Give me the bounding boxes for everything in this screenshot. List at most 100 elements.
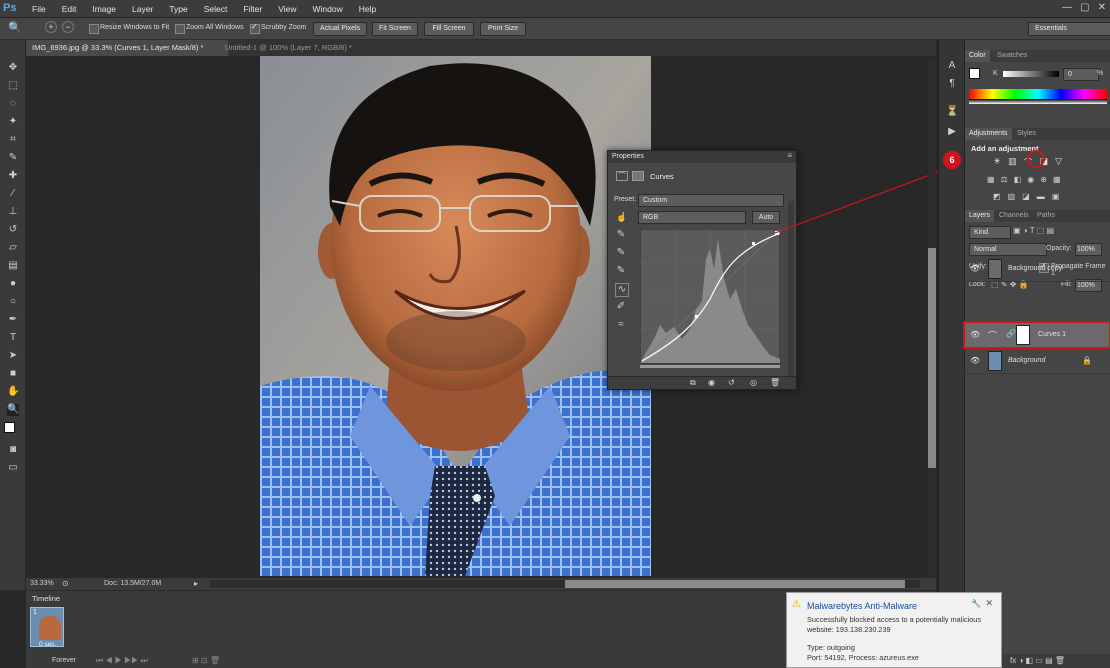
layer-row-background[interactable]: 👁 Background 🔒	[964, 348, 1110, 374]
magic-wand-icon[interactable]: ✦	[7, 116, 19, 128]
actions-panel-icon[interactable]: ▶	[946, 126, 958, 138]
curve-point-tool-icon[interactable]: ∿	[615, 283, 629, 297]
color-lookup-icon[interactable]: ▦	[1053, 175, 1061, 187]
pencil-draw-icon[interactable]: ✐	[615, 301, 627, 313]
tab-styles[interactable]: Styles	[1013, 128, 1040, 140]
vscroll-thumb[interactable]	[928, 248, 936, 468]
tab-adjustments[interactable]: Adjustments	[965, 128, 1012, 140]
shape-tool-icon[interactable]: ■	[7, 368, 19, 380]
menu-edit[interactable]: Edit	[54, 0, 85, 18]
view-previous-icon[interactable]: ◉	[708, 378, 715, 387]
move-tool-icon[interactable]: ✥	[7, 62, 19, 74]
clone-stamp-icon[interactable]: ⊥	[7, 206, 19, 218]
gray-point-eyedropper-icon[interactable]: ✎	[615, 247, 627, 259]
curves-graph[interactable]	[640, 229, 780, 369]
gradient-map-icon[interactable]: ▬	[1037, 192, 1045, 204]
menu-file[interactable]: File	[24, 0, 54, 18]
workspace-select[interactable]: Essentials	[1028, 22, 1110, 36]
posterize-icon[interactable]: ▨	[1008, 192, 1016, 204]
brightness-contrast-icon[interactable]: ☀	[993, 156, 1001, 168]
menu-layer[interactable]: Layer	[124, 0, 161, 18]
menu-view[interactable]: View	[270, 0, 304, 18]
first-frame-icon[interactable]: ⏮ ◀ ▶ ▶▶ ⏭	[96, 656, 148, 666]
pen-tool-icon[interactable]: ✒	[7, 314, 19, 326]
foreground-color-swatch[interactable]	[4, 422, 15, 433]
panel-menu-icon[interactable]: ≡	[787, 151, 792, 160]
character-panel-icon[interactable]: A	[946, 60, 958, 72]
zoom-level[interactable]: 33.33%	[30, 580, 54, 587]
zoom-out-icon[interactable]: −	[62, 21, 74, 33]
maximize-button[interactable]: ▢	[1080, 2, 1089, 13]
horizontal-scrollbar[interactable]	[210, 580, 920, 588]
delete-adjustment-icon[interactable]: 🗑	[770, 378, 780, 387]
blend-mode-select[interactable]: Normal	[969, 243, 1047, 256]
malwarebytes-notification[interactable]: ⚠ Malwarebytes Anti-Malware 🔧 ✕ Successf…	[786, 592, 1002, 668]
color-fg-swatch[interactable]	[969, 68, 980, 79]
curve-endpoint[interactable]	[775, 231, 779, 235]
zoom-tool-icon[interactable]: 🔍	[8, 21, 22, 34]
close-button[interactable]: ✕	[1098, 2, 1106, 13]
eraser-tool-icon[interactable]: ▱	[7, 242, 19, 254]
history-brush-icon[interactable]: ↺	[7, 224, 19, 236]
k-slider[interactable]	[1003, 71, 1059, 77]
menu-select[interactable]: Select	[196, 0, 236, 18]
menu-help[interactable]: Help	[351, 0, 384, 18]
loop-select[interactable]: Forever	[52, 657, 76, 664]
reset-icon[interactable]: ↺	[728, 378, 735, 387]
paragraph-panel-icon[interactable]: ¶	[946, 78, 958, 90]
share-icon[interactable]: ⊙	[62, 579, 69, 588]
fit-screen-button[interactable]: Fit Screen	[372, 22, 418, 36]
visibility-eye-icon[interactable]: 👁	[970, 330, 980, 339]
curve-point-selected[interactable]	[752, 242, 755, 245]
settings-icon[interactable]: 🔧	[971, 599, 981, 608]
menu-filter[interactable]: Filter	[235, 0, 270, 18]
print-size-button[interactable]: Print Size	[480, 22, 526, 36]
brush-tool-icon[interactable]: ∕	[7, 188, 19, 200]
threshold-icon[interactable]: ◪	[1022, 192, 1030, 204]
hand-tool-icon[interactable]: ✋	[7, 386, 19, 398]
tab-layers[interactable]: Layers	[965, 210, 995, 222]
color-balance-icon[interactable]: ⚖	[1001, 175, 1008, 187]
black-white-icon[interactable]: ◧	[1014, 175, 1022, 187]
grayscale-ramp[interactable]	[969, 99, 1107, 104]
scroll-thumb[interactable]	[565, 580, 905, 588]
crop-tool-icon[interactable]: ⌗	[7, 134, 19, 146]
levels-icon[interactable]: ▥	[1008, 156, 1017, 168]
eyedropper-tool-icon[interactable]: ✎	[7, 152, 19, 164]
properties-titlebar[interactable]: Properties ≡	[608, 151, 796, 163]
layers-footer-icons[interactable]: fx ◑ ◧ ▭ ▤ 🗑	[1010, 656, 1065, 665]
visibility-eye-icon[interactable]: 👁	[970, 356, 980, 365]
history-panel-icon[interactable]: ⏳	[946, 106, 958, 118]
dodge-tool-icon[interactable]: ○	[7, 296, 19, 308]
gradient-tool-icon[interactable]: ▤	[7, 260, 19, 272]
tab-paths[interactable]: Paths	[1033, 210, 1059, 222]
quick-mask-icon[interactable]: ◙	[7, 444, 19, 456]
selective-color-icon[interactable]: ▣	[1052, 192, 1060, 204]
clip-to-layer-icon[interactable]: ⧉	[690, 378, 696, 388]
tab-untitled-1[interactable]: Untitled-1 @ 100% (Layer 7, RGB/8) *	[219, 40, 391, 56]
layer-row-curves-1[interactable]: 👁 ⌒ 🔗 Curves 1	[963, 321, 1110, 349]
blur-tool-icon[interactable]: ●	[7, 278, 19, 290]
status-menu-icon[interactable]: ▸	[194, 579, 198, 588]
type-tool-icon[interactable]: T	[7, 332, 19, 344]
auto-button[interactable]: Auto	[752, 211, 780, 224]
notification-close-icon[interactable]: ✕	[985, 598, 993, 609]
menu-type[interactable]: Type	[161, 0, 195, 18]
layer-filter-icons[interactable]: ▣ ◑ T ⬚ ▤	[1013, 226, 1054, 235]
curve-point[interactable]	[695, 315, 698, 318]
frame-delay[interactable]: 0 sec.	[39, 641, 56, 648]
zoom-in-icon[interactable]: +	[45, 21, 57, 33]
layer-row-background-copy[interactable]: 👁 Background copy	[964, 256, 1110, 282]
opacity-input[interactable]: 100%	[1075, 243, 1102, 256]
actual-pixels-button[interactable]: Actual Pixels	[313, 22, 367, 36]
timeline-frame[interactable]: 1 0 sec.	[30, 607, 64, 648]
tab-swatches[interactable]: Swatches	[993, 50, 1031, 62]
vibrance-icon[interactable]: ▽	[1055, 156, 1062, 168]
smooth-curve-icon[interactable]: ≈	[615, 319, 627, 331]
on-image-adjust-icon[interactable]: ☝	[616, 212, 627, 223]
tween-icon[interactable]: ⊞ ⊡ 🗑	[192, 656, 220, 665]
zoom-tool-active-icon[interactable]: 🔍	[7, 404, 19, 416]
channel-select[interactable]: RGB	[638, 211, 746, 224]
tab-color[interactable]: Color	[965, 50, 990, 62]
marquee-tool-icon[interactable]: ⬚	[7, 80, 19, 92]
